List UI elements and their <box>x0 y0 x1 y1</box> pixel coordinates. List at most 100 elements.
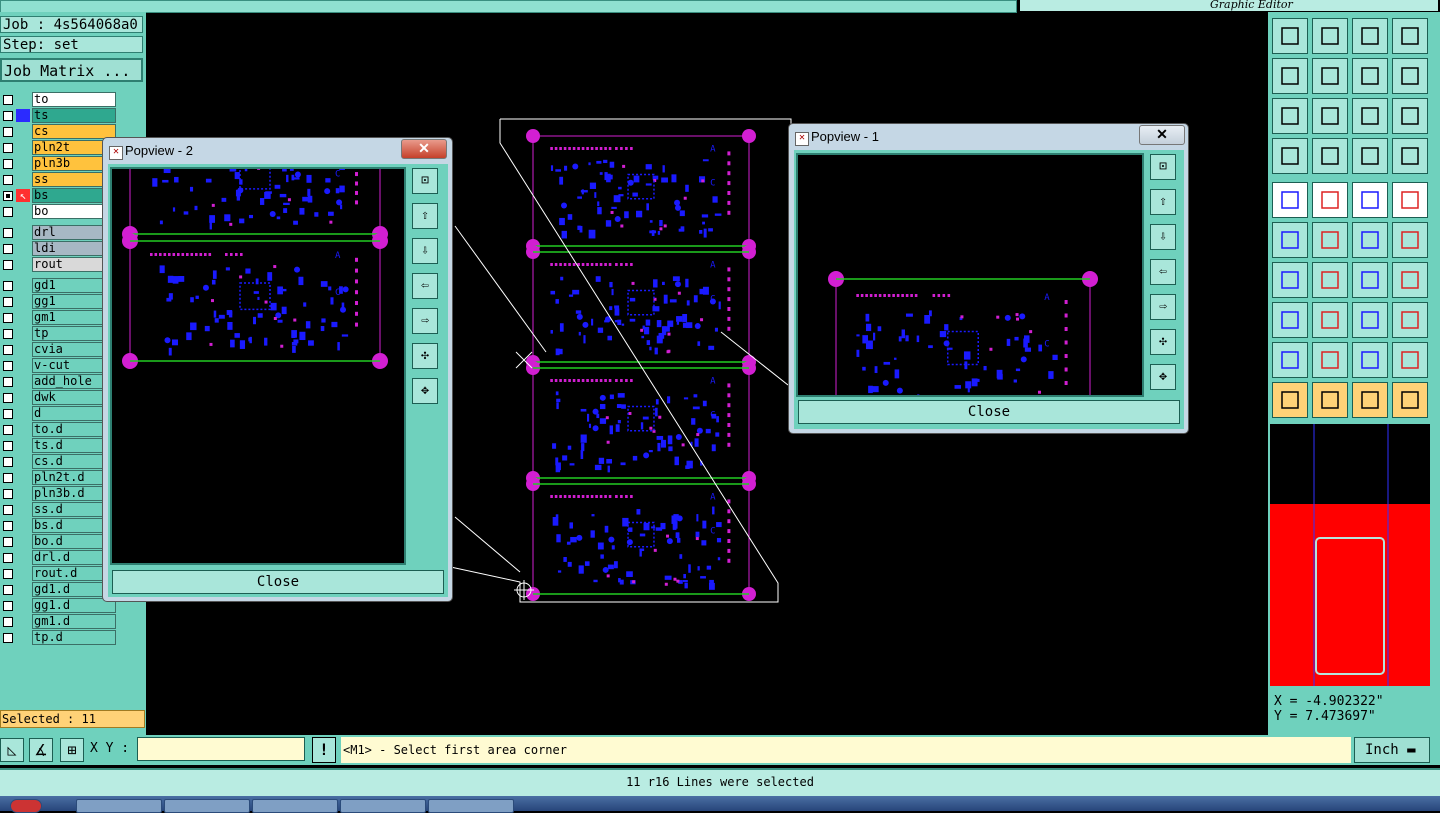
copy-icon[interactable] <box>1392 222 1428 258</box>
layer-checkbox[interactable] <box>3 191 13 201</box>
layer-row-pln3b[interactable]: pln3b <box>0 156 118 172</box>
layer-checkbox[interactable] <box>3 175 13 185</box>
select-poly-icon[interactable] <box>1352 382 1388 418</box>
resize-icon[interactable] <box>1352 302 1388 338</box>
layer-row-d[interactable]: d <box>0 406 118 422</box>
layer-checkbox[interactable] <box>3 313 13 323</box>
layer-row-ss-d[interactable]: ss.d <box>0 502 118 518</box>
layer-row-gm1-d[interactable]: gm1.d <box>0 614 118 630</box>
layer-checkbox[interactable] <box>3 260 13 270</box>
layer-checkbox[interactable] <box>3 345 13 355</box>
layer-checkbox[interactable] <box>3 617 13 627</box>
layer-checkbox[interactable] <box>3 425 13 435</box>
triangle-icon[interactable] <box>1272 342 1308 378</box>
layer-checkbox[interactable] <box>3 377 13 387</box>
popview-1-close-button[interactable]: Close <box>798 400 1180 424</box>
polygon-icon[interactable] <box>1352 342 1388 378</box>
zoom-out-icon[interactable]: ✥ <box>1150 364 1176 390</box>
pad-select-icon[interactable] <box>1272 302 1308 338</box>
layer-row-ldi[interactable]: ldi <box>0 241 118 257</box>
popview-2-close-button[interactable]: Close <box>112 570 444 594</box>
layer-row-bo[interactable]: bo <box>0 204 118 220</box>
arc-icon[interactable] <box>1312 342 1348 378</box>
layer-row-rout[interactable]: rout <box>0 257 118 273</box>
layer-checkbox[interactable] <box>3 393 13 403</box>
layer-checkbox[interactable] <box>3 489 13 499</box>
exclaim-button[interactable]: ! <box>312 737 336 763</box>
layer-checkbox[interactable] <box>3 361 13 371</box>
layer-checkbox[interactable] <box>3 281 13 291</box>
connect-icon[interactable] <box>1392 138 1428 174</box>
layer-row-bs[interactable]: ↖ bs <box>0 188 118 204</box>
redraw-icon[interactable] <box>1392 58 1428 94</box>
pan-down-icon[interactable]: ⇩ <box>1150 224 1176 250</box>
measure-icon[interactable]: ◺ <box>0 738 24 762</box>
layer-checkbox[interactable] <box>3 601 13 611</box>
home-icon[interactable] <box>1352 18 1388 54</box>
move-icon[interactable] <box>1352 222 1388 258</box>
layer-down-icon[interactable] <box>1312 18 1348 54</box>
pan-left-icon[interactable]: ⇦ <box>1150 259 1176 285</box>
layer-up-icon[interactable] <box>1272 18 1308 54</box>
layer-row-ts[interactable]: ts <box>0 108 118 124</box>
layer-checkbox[interactable] <box>3 95 13 105</box>
layer-checkbox[interactable] <box>3 143 13 153</box>
units-dropdown[interactable]: Inch ▬ <box>1354 737 1430 763</box>
layer-checkbox[interactable] <box>3 457 13 467</box>
snap-angle-icon[interactable]: ∡ <box>29 738 53 762</box>
line-icon[interactable] <box>1312 182 1348 218</box>
layer-row-gd1[interactable]: gd1 <box>0 278 118 294</box>
layer-row-to[interactable]: to <box>0 92 118 108</box>
layer-row-gd1-d[interactable]: gd1.d <box>0 582 118 598</box>
pan-left-icon[interactable]: ⇦ <box>412 273 438 299</box>
layer-row-gg1-d[interactable]: gg1.d <box>0 598 118 614</box>
snap-icon[interactable] <box>1272 138 1308 174</box>
pan-up-icon[interactable]: ⇧ <box>1150 189 1176 215</box>
layer-row-bs-d[interactable]: bs.d <box>0 518 118 534</box>
layer-row-v-cut[interactable]: v-cut <box>0 358 118 374</box>
layer-row-drl-d[interactable]: drl.d <box>0 550 118 566</box>
overview-minimap[interactable] <box>1270 424 1430 686</box>
pad-icon[interactable] <box>1272 182 1308 218</box>
select-arrow-icon[interactable] <box>1272 382 1308 418</box>
layer-checkbox[interactable] <box>3 441 13 451</box>
layer-row-cs-d[interactable]: cs.d <box>0 454 118 470</box>
select-net-icon[interactable] <box>1392 382 1428 418</box>
layer-row-ss[interactable]: ss <box>0 172 118 188</box>
layer-row-add-hole[interactable]: add_hole <box>0 374 118 390</box>
select-box-icon[interactable] <box>1312 382 1348 418</box>
layer-checkbox[interactable] <box>3 633 13 643</box>
layer-row-tp[interactable]: tp <box>0 326 118 342</box>
layer-checkbox[interactable] <box>3 228 13 238</box>
layer-row-gg1[interactable]: gg1 <box>0 294 118 310</box>
layer-checkbox[interactable] <box>3 585 13 595</box>
zoom-in-icon[interactable]: ✣ <box>412 343 438 369</box>
layer-row-ts-d[interactable]: ts.d <box>0 438 118 454</box>
undo-view-icon[interactable] <box>1352 58 1388 94</box>
popview-1-canvas[interactable]: AC <box>796 153 1144 397</box>
layer-checkbox[interactable] <box>3 127 13 137</box>
layer-row-tp-d[interactable]: tp.d <box>0 630 118 646</box>
layer-checkbox[interactable] <box>3 329 13 339</box>
rotate-icon[interactable] <box>1352 262 1388 298</box>
help-icon[interactable] <box>1392 98 1428 134</box>
layer-checkbox[interactable] <box>3 553 13 563</box>
route-icon[interactable] <box>1272 222 1308 258</box>
layer-row-bo-d[interactable]: bo.d <box>0 534 118 550</box>
popview-2-canvas[interactable]: ACAC <box>110 167 406 565</box>
layer-row-cs[interactable]: cs <box>0 124 118 140</box>
pan-right-icon[interactable] <box>1312 58 1348 94</box>
job-matrix-button[interactable]: Job Matrix ... <box>0 58 143 82</box>
zoom-fit-icon[interactable]: ⊡ <box>412 168 438 194</box>
popview-1-close-x-button[interactable]: ✕ <box>1139 125 1185 145</box>
draw-line-icon[interactable] <box>1312 262 1348 298</box>
split-view-icon[interactable] <box>1392 18 1428 54</box>
pan-up-icon[interactable]: ⇧ <box>412 203 438 229</box>
angle-icon[interactable] <box>1272 262 1308 298</box>
layer-row-to-d[interactable]: to.d <box>0 422 118 438</box>
layer-checkbox[interactable] <box>3 473 13 483</box>
layer-checkbox[interactable] <box>3 111 13 121</box>
features-icon[interactable] <box>1352 138 1388 174</box>
layer-checkbox[interactable] <box>3 244 13 254</box>
zoom-in-icon[interactable]: ✣ <box>1150 329 1176 355</box>
